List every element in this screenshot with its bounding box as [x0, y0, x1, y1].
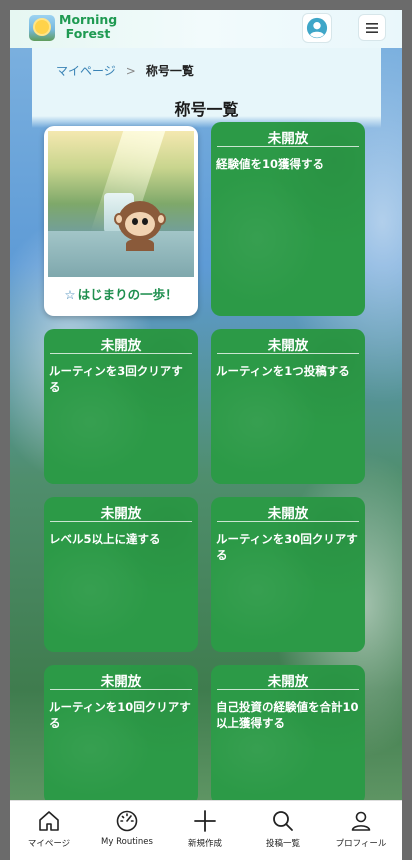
locked-label: 未開放 [267, 674, 309, 690]
title-card-locked[interactable]: 未開放 ルーティンを10回クリアする [44, 665, 198, 805]
title-card-locked[interactable]: 未開放 レベル5以上に達する [44, 497, 198, 652]
nav-label: 投稿一覧 [265, 839, 300, 849]
bottom-navigation: マイページ My Routines 新規作成 投稿一覧 プロフィール [10, 800, 402, 860]
user-avatar-icon [306, 17, 328, 39]
app-frame: Morning Forest マイページ > 称号一覧 称号一覧 ☆ はじまりの… [10, 10, 402, 860]
speedometer-icon [116, 810, 138, 832]
unlock-condition: ルーティンを1つ投稿する [216, 364, 350, 378]
breadcrumb-separator-icon: > [125, 63, 136, 78]
title-card-locked[interactable]: 未開放 ルーティンを30回クリアする [211, 497, 365, 652]
home-icon [39, 811, 59, 831]
locked-label: 未開放 [100, 674, 142, 690]
logo-icon[interactable] [29, 15, 55, 41]
breadcrumb-current: 称号一覧 [145, 64, 194, 78]
star-icon: ☆ [64, 287, 76, 302]
breadcrumb-mypage-link[interactable]: マイページ [56, 62, 116, 79]
title-name: ☆ はじまりの一歩！ [44, 284, 198, 303]
unlock-condition: ルーティンを3回クリアする [49, 364, 183, 394]
title-card-locked[interactable]: 未開放 自己投資の経験値を合計10以上獲得する [211, 665, 365, 805]
title-name-text: はじまりの一歩！ [77, 287, 178, 302]
nav-label: My Routines [101, 837, 153, 847]
app-name-line1: Morning [59, 12, 118, 27]
title-card-locked[interactable]: 未開放 ルーティンを3回クリアする [44, 329, 198, 484]
unlock-condition: 経験値を10獲得する [216, 157, 325, 171]
nav-item-create[interactable]: 新規作成 [166, 801, 244, 860]
locked-label: 未開放 [267, 338, 309, 354]
nav-label: 新規作成 [187, 839, 222, 849]
plus-icon [194, 810, 216, 832]
title-card-locked[interactable]: 未開放 経験値を10獲得する [211, 122, 365, 316]
app-name-line2: Forest [65, 26, 111, 41]
page-title: 称号一覧 [174, 100, 239, 119]
app-header: Morning Forest [10, 10, 402, 48]
user-avatar-button[interactable] [302, 13, 332, 43]
unlock-condition: 自己投資の経験値を合計10以上獲得する [216, 700, 359, 730]
locked-label: 未開放 [267, 506, 309, 522]
nav-item-posts[interactable]: 投稿一覧 [244, 801, 322, 860]
locked-label: 未開放 [100, 338, 142, 354]
search-icon [273, 811, 293, 831]
app-name[interactable]: Morning Forest [59, 13, 117, 41]
unlock-condition: ルーティンを30回クリアする [216, 532, 358, 562]
locked-label: 未開放 [100, 506, 142, 522]
unlock-condition: ルーティンを10回クリアする [49, 700, 191, 730]
monkey-mascot-image [114, 197, 166, 251]
nav-label: プロフィール [335, 839, 387, 849]
title-card-unlocked[interactable]: ☆ はじまりの一歩！ [44, 126, 198, 316]
nav-item-my-routines[interactable]: My Routines [88, 801, 166, 860]
nav-item-profile[interactable]: プロフィール [322, 801, 400, 860]
breadcrumb: マイページ > 称号一覧 [56, 62, 194, 79]
nav-label: マイページ [27, 839, 71, 849]
nav-item-mypage[interactable]: マイページ [10, 801, 88, 860]
menu-button[interactable] [358, 14, 386, 41]
locked-label: 未開放 [267, 131, 309, 147]
title-artwork-image [48, 131, 194, 277]
title-card-locked[interactable]: 未開放 ルーティンを1つ投稿する [211, 329, 365, 484]
person-icon [351, 811, 371, 831]
menu-icon [366, 22, 378, 33]
unlock-condition: レベル5以上に達する [49, 532, 161, 546]
